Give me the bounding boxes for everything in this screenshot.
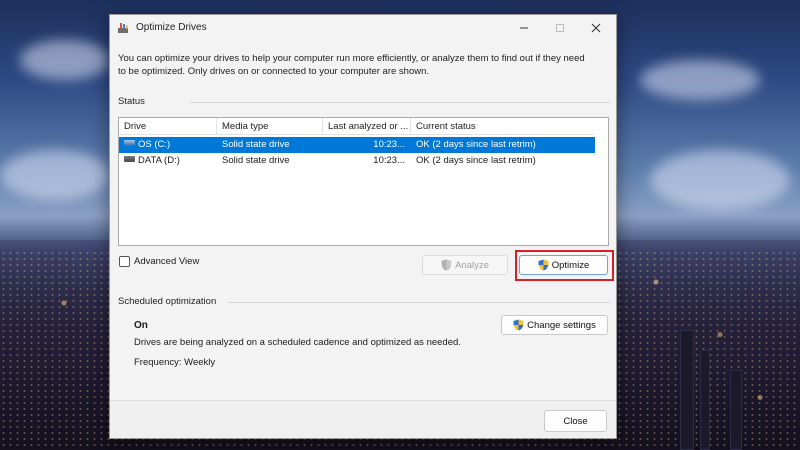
column-header-drive[interactable]: Drive: [119, 118, 217, 135]
schedule-frequency: Frequency: Weekly: [134, 357, 216, 368]
maximize-icon: [556, 24, 564, 32]
schedule-state: On: [134, 320, 148, 331]
drive-icon: [124, 140, 135, 147]
column-header-current-status[interactable]: Current status: [411, 118, 595, 135]
drive-icon: [124, 156, 135, 163]
close-button-label: Close: [563, 415, 588, 427]
close-icon: [591, 23, 601, 33]
drives-list-header: Drive Media type Last analyzed or ... Cu…: [119, 118, 595, 135]
dialog-footer: Close: [110, 400, 616, 438]
scheduled-divider: [228, 302, 610, 303]
analyze-button[interactable]: Analyze: [422, 255, 508, 275]
optimize-button-label: Optimize: [551, 259, 590, 271]
change-settings-label: Change settings: [527, 319, 596, 331]
drives-list[interactable]: Drive Media type Last analyzed or ... Cu…: [118, 117, 609, 246]
optimize-drives-window: Optimize Drives You can optimize your dr…: [109, 14, 617, 439]
schedule-description: Drives are being analyzed on a scheduled…: [134, 337, 461, 348]
column-header-last-analyzed[interactable]: Last analyzed or ...: [323, 118, 411, 135]
advanced-view-checkbox[interactable]: [119, 256, 130, 267]
status-section-label: Status: [118, 96, 145, 107]
optimize-drives-app-icon: [118, 23, 128, 33]
window-description: You can optimize your drives to help you…: [118, 53, 585, 77]
analyze-button-label: Analyze: [455, 259, 489, 271]
close-button[interactable]: Close: [544, 410, 607, 432]
scheduled-optimization-label: Scheduled optimization: [118, 296, 217, 307]
close-window-button[interactable]: [578, 15, 614, 41]
drive-current-status: OK (2 days since last retrim): [416, 139, 536, 150]
drive-name: OS (C:): [138, 139, 171, 150]
window-title: Optimize Drives: [136, 22, 207, 33]
optimize-button[interactable]: Optimize: [519, 255, 608, 275]
drive-last-analyzed: 10:23...: [373, 155, 405, 166]
column-header-media-type[interactable]: Media type: [217, 118, 323, 135]
drive-last-analyzed: 10:23...: [373, 139, 405, 150]
drive-row-os[interactable]: OS (C:) Solid state drive 10:23... OK (2…: [119, 137, 595, 153]
drive-media-type: Solid state drive: [222, 139, 290, 150]
minimize-icon: [520, 27, 528, 29]
status-divider: [190, 102, 610, 103]
drive-current-status: OK (2 days since last retrim): [416, 155, 536, 166]
uac-shield-icon: [513, 319, 524, 331]
title-bar: Optimize Drives: [110, 15, 616, 41]
drive-name: DATA (D:): [138, 155, 180, 166]
uac-shield-icon: [538, 259, 549, 271]
change-settings-button[interactable]: Change settings: [501, 315, 608, 335]
maximize-button[interactable]: [542, 15, 578, 41]
advanced-view-label[interactable]: Advanced View: [134, 256, 199, 267]
minimize-button[interactable]: [506, 15, 542, 41]
drive-media-type: Solid state drive: [222, 155, 290, 166]
uac-shield-icon: [441, 259, 452, 271]
drive-row-data[interactable]: DATA (D:) Solid state drive 10:23... OK …: [119, 153, 595, 169]
